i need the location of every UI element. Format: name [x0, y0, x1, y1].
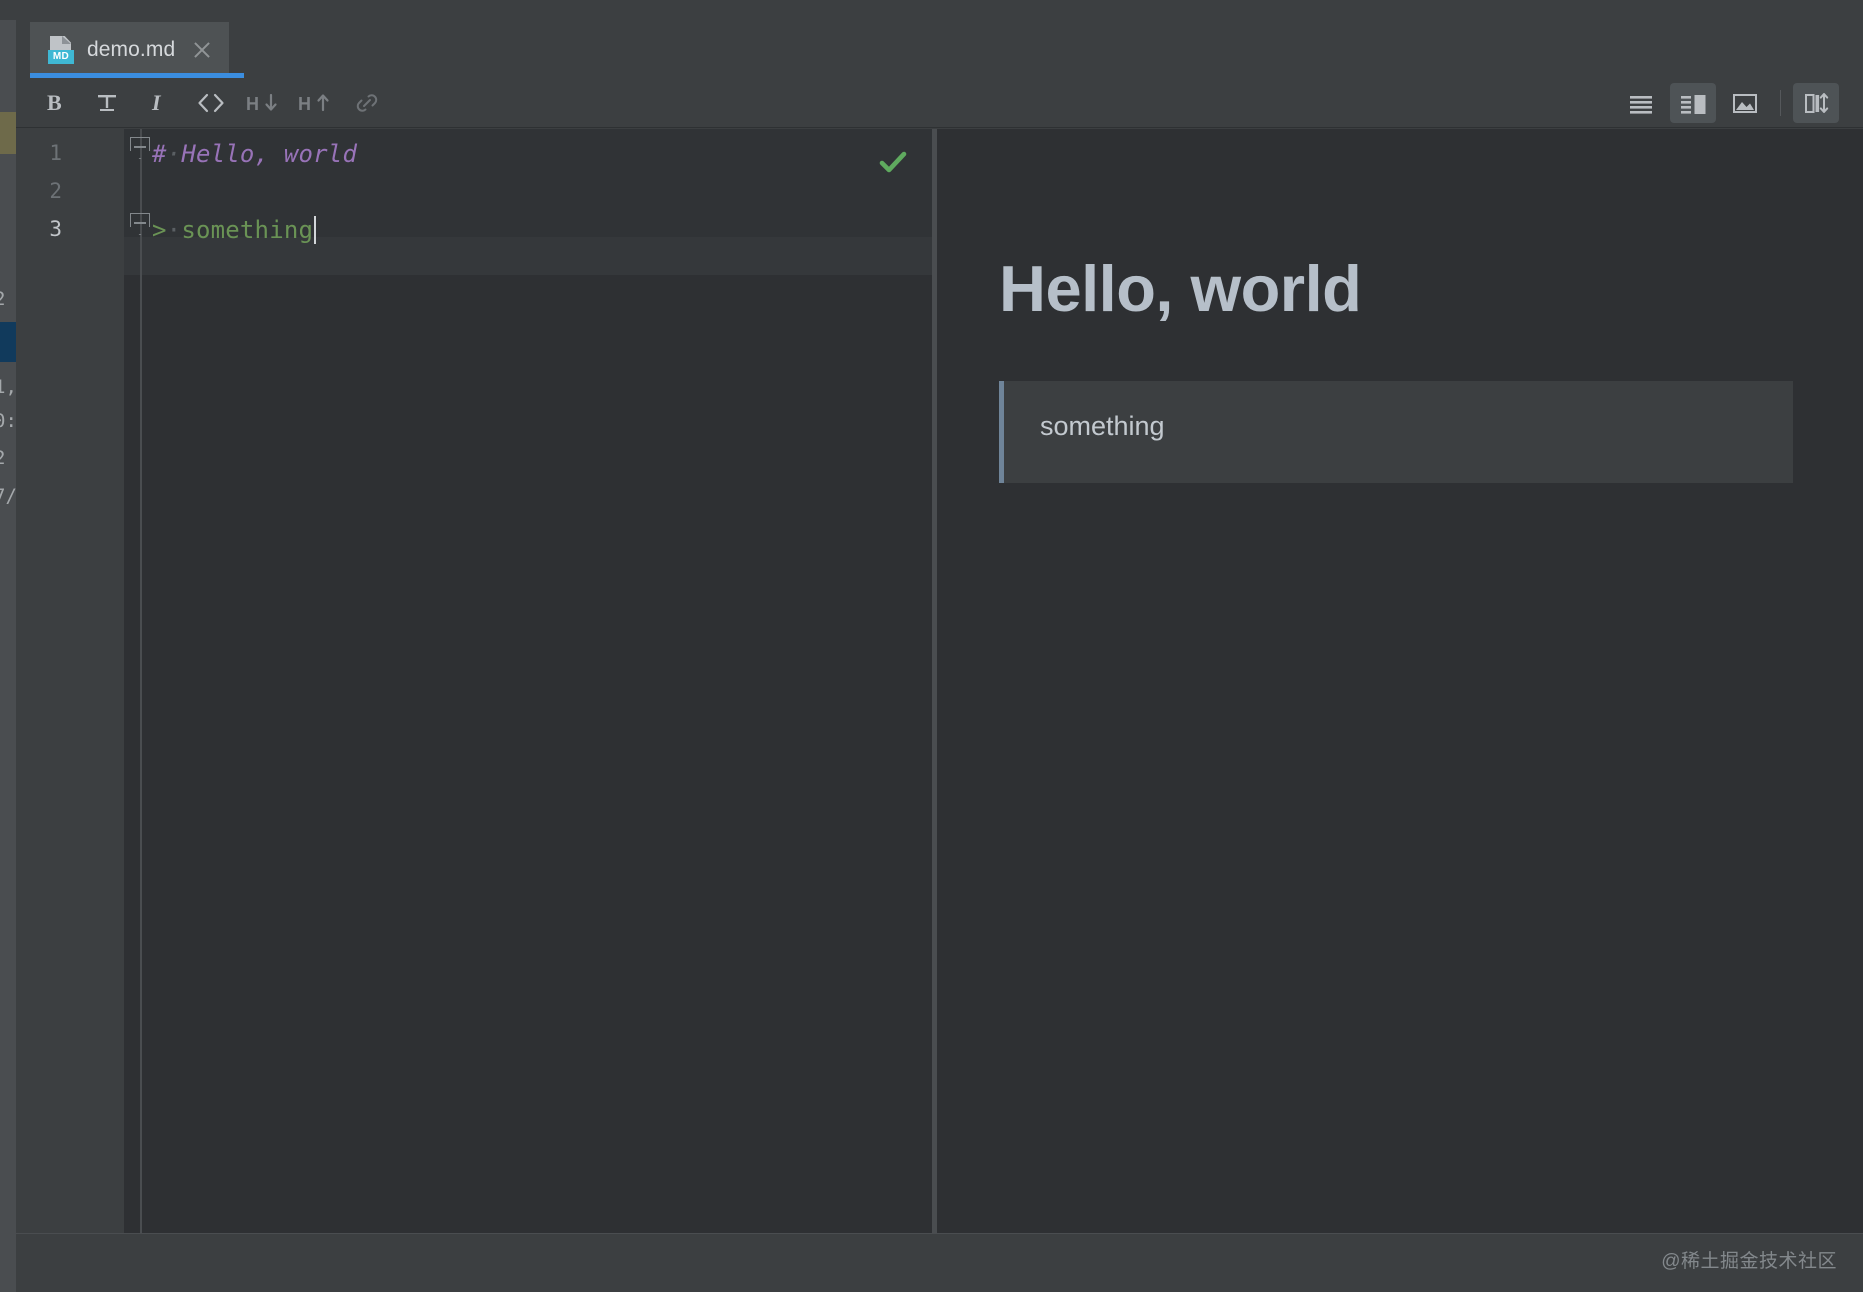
adjacent-panel-selection-block [0, 322, 16, 362]
line-number: 3 [22, 217, 62, 241]
markdown-preview[interactable]: Hello, world something [937, 129, 1863, 1233]
markdown-toolbar: B I [16, 78, 1863, 128]
close-icon[interactable] [191, 39, 213, 61]
bold-icon: B [42, 90, 68, 116]
svg-text:H: H [298, 94, 311, 114]
heading-level-up-button[interactable]: H [292, 83, 338, 123]
toolbar-separator [1780, 90, 1781, 116]
adjacent-panel-text-fragment: 0:1 [0, 410, 16, 432]
markdown-file-icon: MD [48, 36, 74, 64]
adjacent-panel-strip: 2 1, 0:1 2 7/ [0, 0, 16, 1292]
bold-button[interactable]: B [32, 83, 78, 123]
code-line-3-text: something [181, 216, 313, 244]
image-preview-button[interactable] [1722, 83, 1768, 123]
image-preview-icon [1731, 90, 1759, 116]
editor-only-view-icon [1627, 90, 1655, 116]
line-number: 2 [22, 179, 62, 203]
split-view-button[interactable] [1670, 83, 1716, 123]
svg-text:I: I [151, 90, 162, 115]
markdown-editor-window: 2 1, 0:1 2 7/ MD demo.md B [0, 0, 1863, 1292]
status-bar: @稀土掘金技术社区 [0, 1233, 1863, 1292]
code-folding-rail [140, 129, 142, 1233]
editor-tab-bar: MD demo.md [16, 0, 1863, 78]
link-icon [353, 90, 381, 116]
fold-marker-heading[interactable] [130, 137, 152, 159]
markdown-view-mode-buttons [1618, 78, 1845, 127]
adjacent-panel-highlight-block [0, 112, 16, 154]
svg-text:H: H [246, 94, 259, 114]
editor-only-view-button[interactable] [1618, 83, 1664, 123]
tab-label: demo.md [87, 38, 175, 62]
code-brackets-icon [197, 90, 225, 116]
split-pane-divider[interactable] [932, 129, 937, 1233]
fold-marker-blockquote[interactable] [130, 213, 152, 235]
green-checkmark-icon[interactable] [878, 147, 908, 177]
adjacent-panel-text-fragment: 2 [0, 447, 16, 469]
line-number-gutter[interactable]: 1 2 3 [16, 129, 124, 1233]
adjacent-panel-text-fragment: 1, [0, 376, 16, 398]
heading-level-down-icon: H [245, 90, 281, 116]
markdown-source-editor[interactable]: 1 2 3 #·Hello, world >·something [16, 129, 936, 1233]
code-button[interactable] [188, 83, 234, 123]
italic-button[interactable]: I [136, 83, 182, 123]
split-view-icon [1679, 90, 1707, 116]
preview-heading: Hello, world [999, 251, 1361, 326]
adjacent-panel-text-fragment: 7/ [0, 485, 16, 507]
preview-blockquote-text: something [1040, 411, 1165, 442]
strikethrough-icon [94, 90, 120, 116]
svg-text:B: B [47, 90, 62, 115]
preview-blockquote: something [999, 381, 1793, 483]
adjacent-panel-text-fragment: 2 [0, 288, 16, 310]
strikethrough-button[interactable] [84, 83, 130, 123]
heading-level-down-button[interactable]: H [240, 83, 286, 123]
code-line-1-text: Hello, world [181, 140, 357, 168]
italic-icon: I [146, 90, 172, 116]
watermark-text: @稀土掘金技术社区 [1661, 1246, 1837, 1273]
heading-level-up-icon: H [297, 90, 333, 116]
code-line-1: #·Hello, world [152, 140, 357, 168]
line-number: 1 [22, 141, 62, 165]
adjacent-panel-top-gap [0, 0, 16, 20]
whitespace-dot: · [167, 140, 182, 168]
link-button[interactable] [344, 83, 390, 123]
markdown-format-buttons: B I [32, 78, 396, 127]
code-line-3: >·something [152, 216, 316, 244]
tab-demo-md[interactable]: MD demo.md [30, 22, 229, 78]
auto-scroll-sync-icon [1802, 90, 1830, 116]
whitespace-dot: · [167, 216, 182, 244]
auto-scroll-sync-button[interactable] [1793, 83, 1839, 123]
markdown-file-icon-badge: MD [48, 50, 74, 64]
text-caret [314, 216, 316, 244]
